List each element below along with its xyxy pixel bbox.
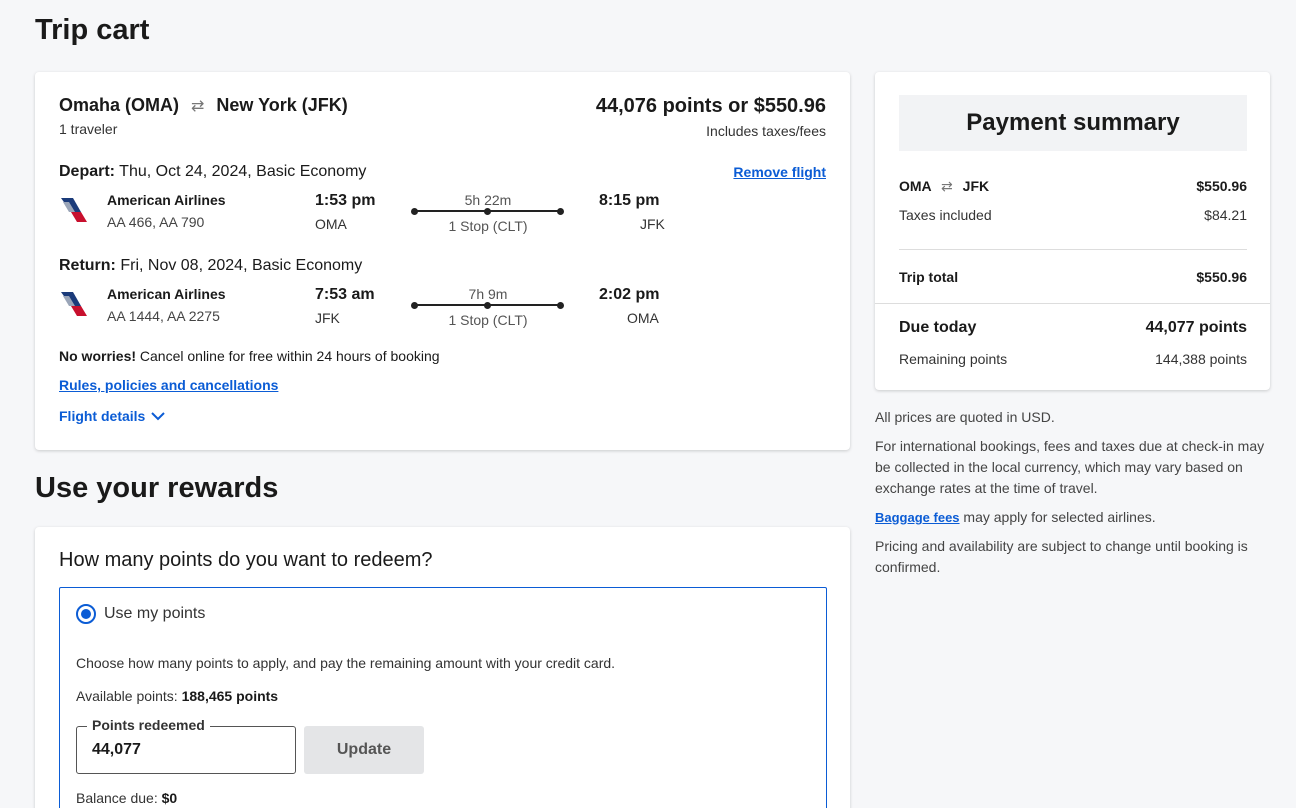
summary-total-row: Trip total $550.96 [899, 269, 1247, 285]
return-arrival-airport: OMA [627, 310, 659, 326]
page-title: Trip cart [35, 14, 150, 46]
depart-origin-dot [411, 208, 418, 215]
flight-details-toggle[interactable]: Flight details [59, 408, 166, 424]
summary-route-price: $550.96 [1196, 178, 1247, 194]
route: Omaha (OMA) ⇄ New York (JFK) [59, 95, 348, 116]
available-points: Available points: 188,465 points [76, 688, 278, 704]
redeem-question: How many points do you want to redeem? [59, 549, 433, 571]
remaining-points-value: 144,388 points [1155, 351, 1247, 367]
summary-divider [899, 249, 1247, 250]
remaining-points-label: Remaining points [899, 351, 1008, 367]
due-today-label: Due today [899, 319, 977, 336]
rewards-section-title: Use your rewards [35, 472, 279, 504]
summary-route-from: OMA [899, 178, 932, 194]
depart-header: Depart: Thu, Oct 24, 2024, Basic Economy [59, 163, 366, 181]
summary-remaining-row: Remaining points 144,388 points [899, 351, 1247, 367]
use-points-label[interactable]: Use my points [104, 605, 205, 623]
baggage-note-text: may apply for selected airlines. [959, 509, 1156, 525]
summary-divider-full [875, 303, 1270, 304]
update-button[interactable]: Update [304, 726, 424, 774]
depart-label: Depart: [59, 163, 116, 180]
international-note: For international bookings, fees and tax… [875, 438, 1265, 496]
return-arrival-time: 2:02 pm [599, 286, 660, 303]
depart-stops: 1 Stop (CLT) [448, 218, 528, 234]
notice-text: Cancel online for free within 24 hours o… [136, 348, 440, 364]
return-stops: 1 Stop (CLT) [448, 312, 528, 328]
rewards-card: How many points do you want to redeem? U… [35, 527, 850, 808]
flight-details-label: Flight details [59, 408, 146, 424]
remove-flight-link[interactable]: Remove flight [733, 164, 826, 180]
trip-price: 44,076 points or $550.96 [595, 95, 826, 117]
return-label: Return: [59, 257, 116, 274]
cancellation-notice: No worries! Cancel online for free withi… [59, 348, 440, 364]
summary-route: OMA ⇄ JFK [899, 178, 989, 195]
balance-due: Balance due: $0 [76, 790, 177, 806]
rules-policies-link[interactable]: Rules, policies and cancellations [59, 377, 278, 393]
taxes-label: Taxes included [899, 207, 992, 223]
use-points-radio[interactable] [76, 604, 96, 624]
return-date: Fri, Nov 08, 2024, Basic Economy [115, 257, 363, 274]
payment-summary-title: Payment summary [899, 95, 1247, 151]
chevron-down-icon [151, 412, 166, 421]
notice-bold: No worries! [59, 348, 137, 364]
baggage-fees-link[interactable]: Baggage fees [875, 510, 960, 525]
points-redeemed-label: Points redeemed [87, 717, 210, 733]
depart-departure-airport: OMA [315, 216, 347, 232]
return-departure-time: 7:53 am [315, 286, 375, 303]
origin: Omaha (OMA) [59, 95, 180, 115]
taxes-value: $84.21 [1204, 207, 1247, 223]
summary-due-row: Due today 44,077 points [899, 319, 1247, 337]
depart-departure-time: 1:53 pm [315, 192, 376, 209]
round-trip-icon: ⇄ [191, 97, 205, 115]
depart-airline: American Airlines [107, 192, 226, 208]
depart-arrival-time: 8:15 pm [599, 192, 660, 209]
depart-date: Thu, Oct 24, 2024, Basic Economy [115, 163, 367, 180]
american-airlines-logo-icon [61, 292, 87, 316]
usd-note: All prices are quoted in USD. [875, 409, 1055, 425]
depart-arrival-airport: JFK [640, 216, 665, 232]
summary-taxes-row: Taxes included $84.21 [899, 207, 1247, 223]
available-points-label: Available points: [76, 688, 182, 704]
points-instructions: Choose how many points to apply, and pay… [76, 655, 616, 671]
round-trip-icon: ⇄ [941, 178, 953, 194]
trip-total-label: Trip total [899, 269, 959, 285]
traveler-count: 1 traveler [59, 121, 118, 137]
balance-due-label: Balance due: [76, 790, 162, 806]
depart-duration: 5h 22m [464, 192, 512, 208]
return-airline: American Airlines [107, 286, 226, 302]
return-stop-dot [484, 302, 491, 309]
pricing-note: Pricing and availability are subject to … [875, 538, 1248, 575]
summary-route-row: OMA ⇄ JFK $550.96 [899, 178, 1247, 195]
return-header: Return: Fri, Nov 08, 2024, Basic Economy [59, 257, 362, 275]
depart-destination-dot [557, 208, 564, 215]
use-points-option: Use my points Choose how many points to … [59, 587, 827, 808]
return-destination-dot [557, 302, 564, 309]
points-redeemed-value: 44,077 [92, 741, 141, 758]
balance-due-value: $0 [161, 790, 178, 806]
depart-stop-dot [484, 208, 491, 215]
trip-card: Omaha (OMA) ⇄ New York (JFK) 1 traveler … [35, 72, 850, 450]
destination: New York (JFK) [216, 95, 348, 115]
trip-total-value: $550.96 [1196, 269, 1247, 285]
return-departure-airport: JFK [315, 310, 340, 326]
american-airlines-logo-icon [61, 198, 87, 222]
points-redeemed-input[interactable]: Points redeemed 44,077 [76, 717, 296, 774]
depart-flight-numbers: AA 466, AA 790 [107, 214, 205, 230]
return-origin-dot [411, 302, 418, 309]
due-today-value: 44,077 points [1145, 319, 1247, 336]
return-flight-numbers: AA 1444, AA 2275 [107, 308, 220, 324]
payment-summary-card: Payment summary OMA ⇄ JFK $550.96 Taxes … [875, 72, 1270, 390]
baggage-note: Baggage fees may apply for selected airl… [875, 507, 1275, 528]
summary-route-to: JFK [962, 178, 990, 194]
price-note: Includes taxes/fees [706, 123, 826, 139]
available-points-value: 188,465 points [181, 688, 279, 704]
return-duration: 7h 9m [468, 286, 508, 302]
